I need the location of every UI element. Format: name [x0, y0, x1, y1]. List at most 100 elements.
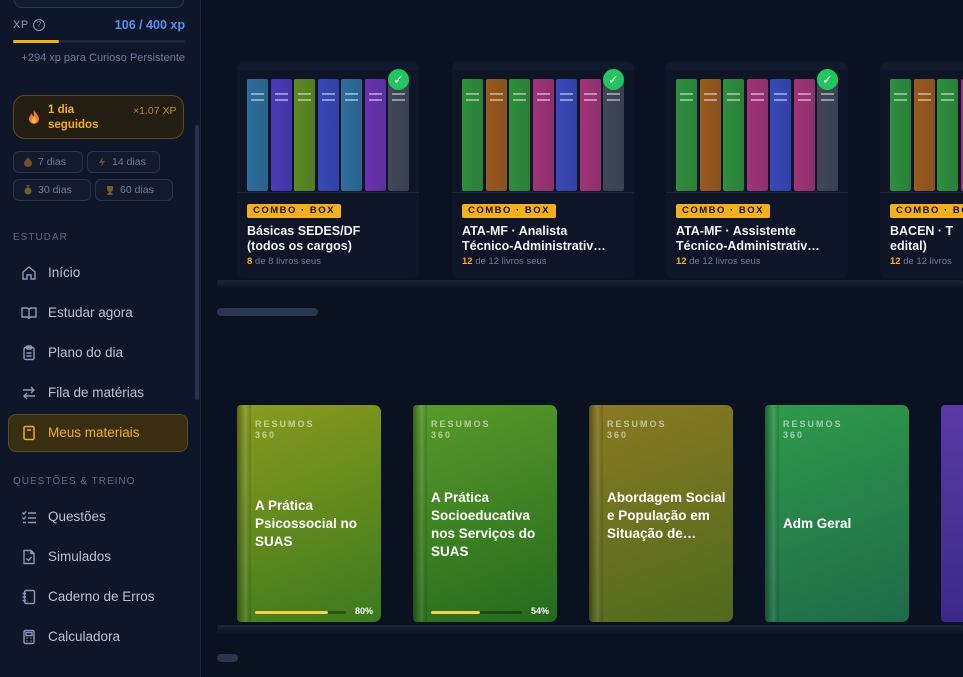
nav-item-simulados[interactable]: Simulados: [8, 538, 188, 576]
sidebar-top-card[interactable]: [14, 0, 184, 8]
book-spine: [341, 79, 362, 191]
combo-count-text: de 12 livros seus: [686, 256, 761, 267]
card-top-strip: [452, 62, 634, 70]
streak-card[interactable]: 1 dia seguidos ×1.07 XP: [13, 95, 184, 139]
nav-item-plano-do-dia[interactable]: Plano do dia: [8, 334, 188, 372]
book-spine: [485, 79, 507, 191]
badge-60-days[interactable]: 60 dias: [95, 179, 173, 201]
book-spine: [294, 79, 315, 191]
divider: [880, 192, 963, 193]
combo-title-line2: Técnico-Administrativ…: [676, 239, 820, 253]
flame-medal-icon: [24, 157, 32, 167]
combo-card[interactable]: ✓ COMBO · BOX ATA-MF · Assistente Técnic…: [666, 62, 848, 278]
badge-label: 30 dias: [38, 184, 72, 196]
combo-card[interactable]: COMBO · BOX BACEN · T edital) 12 de 12 l…: [880, 62, 963, 278]
book-icon: [23, 425, 35, 441]
sidebar-scrollbar[interactable]: [195, 125, 199, 400]
combo-count-text: de 12 livros seus: [472, 256, 547, 267]
combo-tag: COMBO · BOX: [462, 204, 556, 218]
book-card[interactable]: RESUMOS 360 A Prática Psicossocial no SU…: [237, 405, 381, 622]
checklist-icon: [22, 511, 36, 524]
card-top-strip: [666, 62, 848, 70]
book-series: RESUMOS 360: [607, 419, 667, 440]
file-check-icon: [23, 549, 35, 565]
combo-title-line1: ATA-MF · Analista: [462, 224, 568, 238]
xp-header: XP ? 106 / 400 xp: [13, 18, 185, 34]
nav-label: Início: [48, 265, 81, 280]
combo-count-number: 12: [890, 256, 901, 267]
book-series: RESUMOS 360: [431, 419, 491, 440]
xp-progress-bar: [13, 40, 185, 43]
book-card[interactable]: RESUMOS 360 A Prática Socioeducativa nos…: [413, 405, 557, 622]
book-spine: [317, 79, 339, 191]
xp-value: 106 / 400 xp: [114, 18, 185, 32]
book-spine: [247, 79, 268, 191]
book-spine: [462, 79, 483, 191]
xp-label: XP: [13, 19, 29, 31]
book-card-partial[interactable]: [941, 405, 963, 622]
nav-item-inicio[interactable]: Início: [8, 254, 188, 292]
xp-progress-fill: [13, 40, 59, 43]
clipboard-icon: [23, 345, 35, 361]
horizontal-scrollbar[interactable]: [217, 308, 318, 316]
nav-item-caderno-de-erros[interactable]: Caderno de Erros: [8, 578, 188, 616]
book-card[interactable]: RESUMOS 360 Adm Geral: [765, 405, 909, 622]
card-top-strip: [237, 62, 419, 70]
combo-card[interactable]: ✓ COMBO · BOX ATA-MF · Analista Técnico-…: [452, 62, 634, 278]
badge-label: 7 dias: [38, 156, 67, 168]
medal-icon: [24, 185, 32, 195]
combo-title-line2: (todos os cargos): [247, 239, 352, 253]
book-spine: [556, 79, 577, 191]
nav-label: Fila de matérias: [48, 385, 145, 400]
book-progress-bar: [431, 611, 522, 614]
nav-item-meus-materiais[interactable]: Meus materiais: [8, 414, 188, 452]
nav-item-calculadora[interactable]: Calculadora: [8, 618, 188, 656]
main-content: ✓ COMBO · BOX Básicas SEDES/DF (todos os…: [202, 0, 963, 677]
divider: [452, 192, 634, 193]
book-progress-fill: [255, 611, 328, 614]
book-spine: [765, 405, 779, 622]
nav-item-questoes[interactable]: Questões: [8, 498, 188, 536]
combo-count-text: de 12 livros: [900, 256, 952, 267]
combo-title-line1: BACEN · T: [890, 224, 954, 238]
combo-title-line1: Básicas SEDES/DF: [247, 224, 361, 238]
book-card[interactable]: RESUMOS 360 Abordagem Social e População…: [589, 405, 733, 622]
combo-title: Básicas SEDES/DF (todos os cargos): [247, 224, 415, 254]
combo-card[interactable]: ✓ COMBO · BOX Básicas SEDES/DF (todos os…: [237, 62, 419, 278]
badge-14-days[interactable]: 14 dias: [87, 151, 160, 173]
combo-title: ATA-MF · Analista Técnico-Administrativ…: [462, 224, 630, 254]
nav-label: Meus materiais: [48, 425, 140, 440]
check-icon: ✓: [603, 69, 624, 90]
book-progress-fill: [431, 611, 481, 614]
book-title: Abordagem Social e População em Situação…: [607, 490, 726, 541]
check-icon: ✓: [388, 69, 409, 90]
book-spine: [817, 79, 838, 191]
horizontal-scrollbar[interactable]: [217, 654, 238, 662]
nav-label: Questões: [48, 509, 106, 524]
shelf: [217, 280, 963, 290]
badge-label: 14 dias: [112, 156, 146, 168]
nav-item-fila-de-materias[interactable]: Fila de matérias: [8, 374, 188, 412]
book-title: Adm Geral: [783, 516, 852, 531]
badge-30-days[interactable]: 30 dias: [13, 179, 91, 201]
card-top-strip: [880, 62, 963, 70]
combo-tag: COMBO · BOX: [890, 204, 963, 218]
streak-multiplier: ×1.07 XP: [133, 105, 177, 117]
swap-arrows-icon: [23, 386, 35, 400]
nav-item-estudar-agora[interactable]: Estudar agora: [8, 294, 188, 332]
info-icon[interactable]: ?: [33, 19, 45, 31]
divider: [237, 192, 419, 193]
combo-count: 8 de 8 livros seus: [247, 256, 321, 267]
book-spine: [388, 79, 409, 191]
book-spine: [723, 79, 744, 191]
book-progress-percent: 80%: [354, 606, 373, 616]
sidebar: XP ? 106 / 400 xp +294 xp para Curioso P…: [0, 0, 201, 677]
home-icon: [22, 266, 36, 280]
combo-count: 12 de 12 livros: [890, 256, 952, 267]
section-label-study: ESTUDAR: [13, 232, 68, 243]
combo-title-line1: ATA-MF · Assistente: [676, 224, 796, 238]
book-progress-percent: 54%: [530, 606, 549, 616]
book-spine: [913, 79, 935, 191]
combo-title-line2: edital): [890, 239, 927, 253]
badge-7-days[interactable]: 7 dias: [13, 151, 83, 173]
